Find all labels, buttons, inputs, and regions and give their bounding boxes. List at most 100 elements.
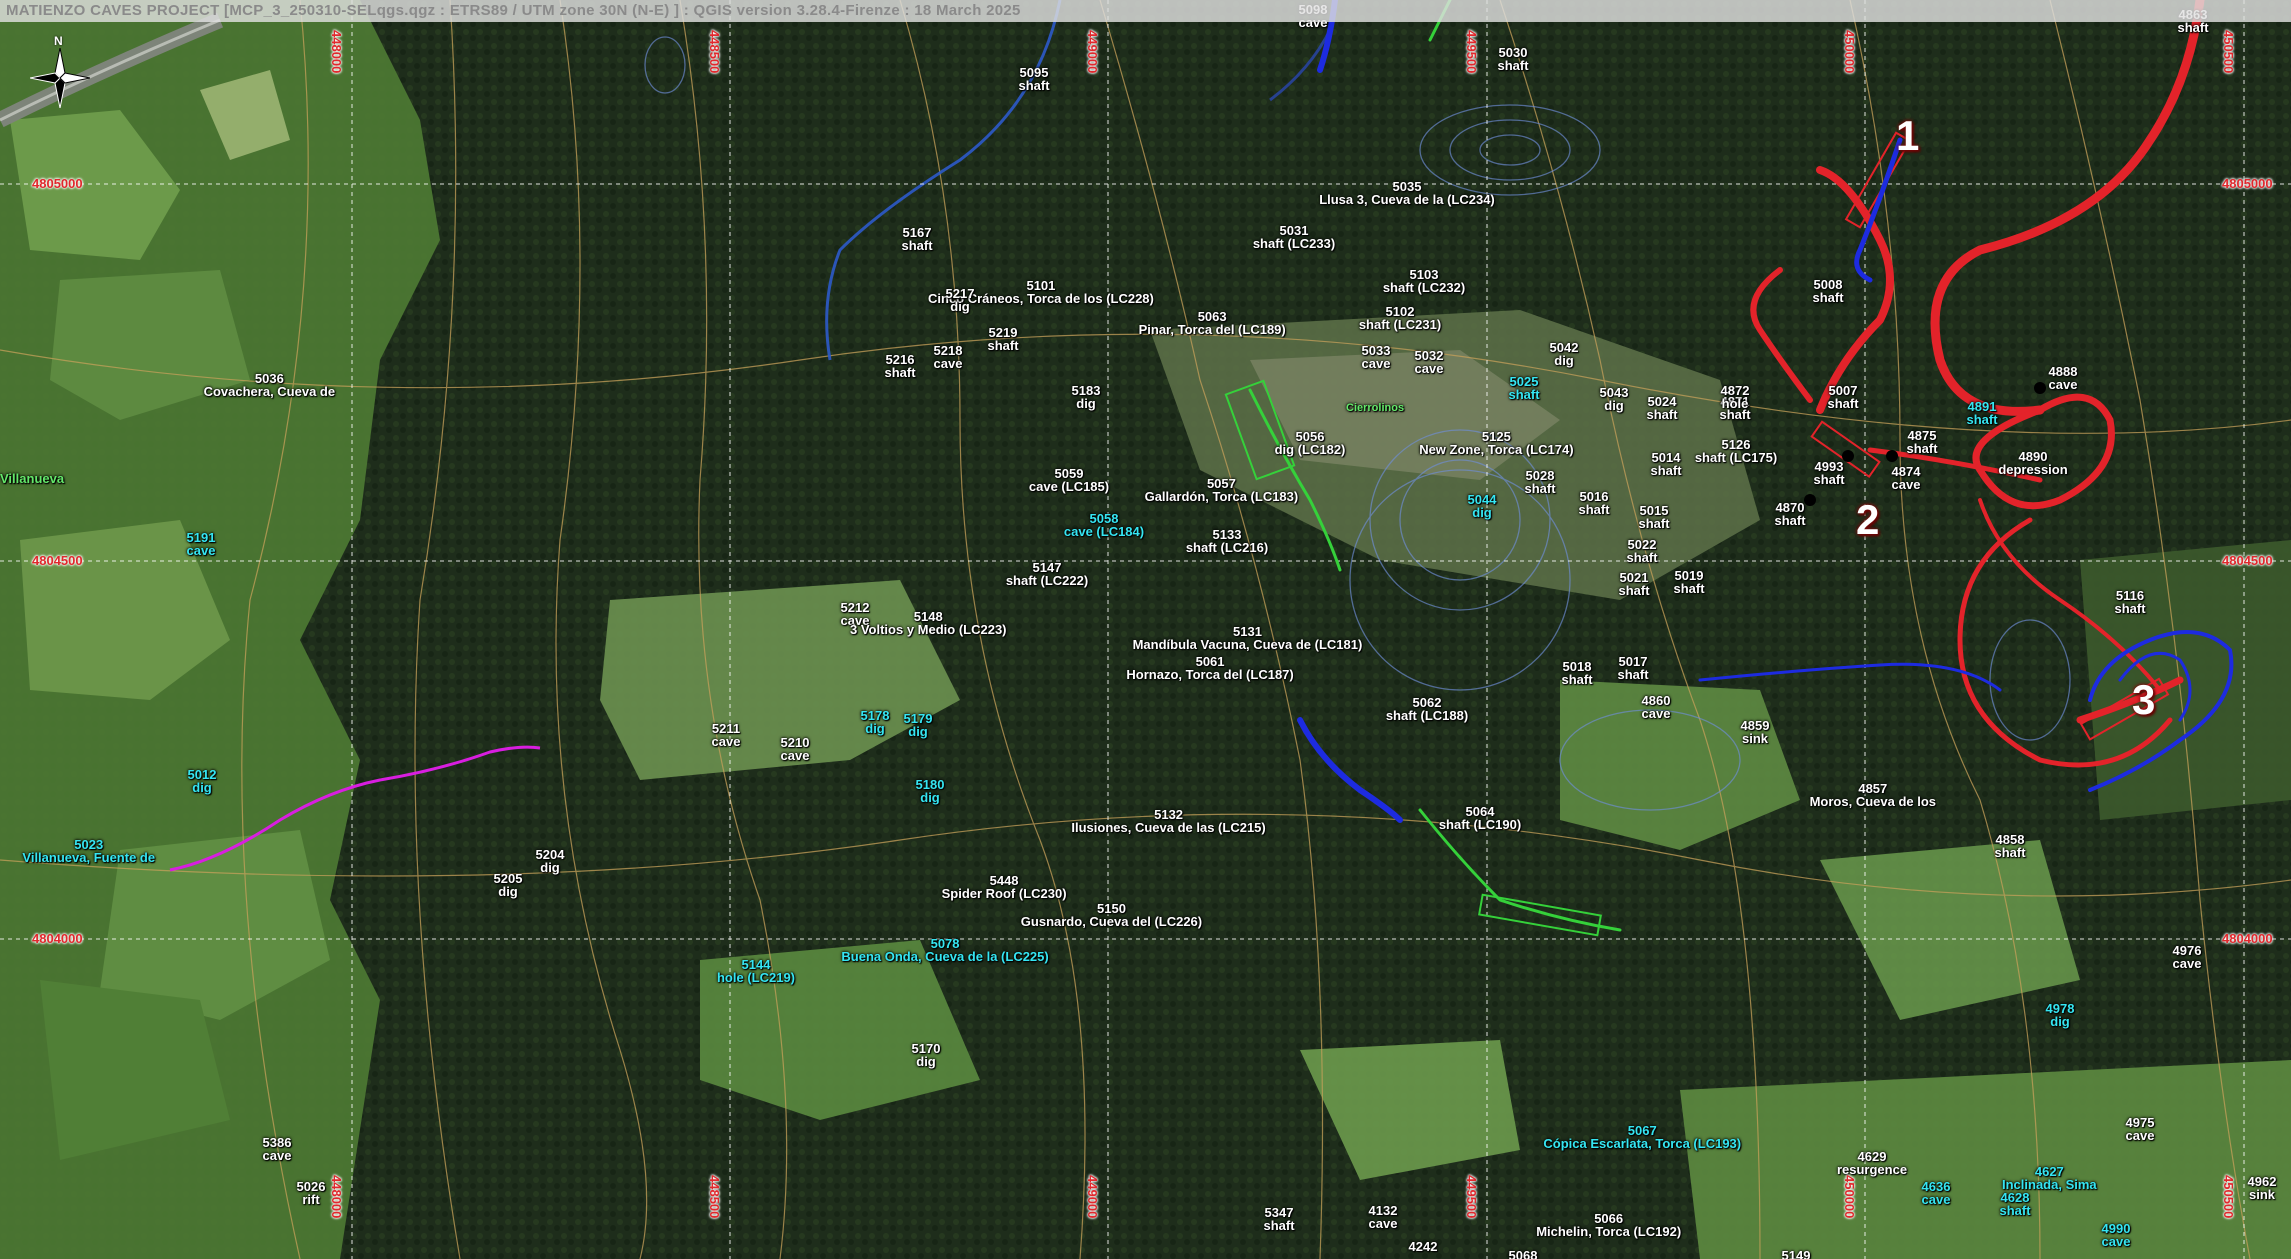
site-label[interactable]: 5019 shaft [1629, 569, 1749, 595]
site-label[interactable]: 5170 dig [866, 1042, 986, 1068]
site-label[interactable]: 5063 Pinar, Torca del (LC189) [1139, 310, 1286, 336]
site-label[interactable]: 4627 Inclinada, Sima [2002, 1165, 2097, 1191]
site-label[interactable]: 5056 dig (LC182) [1250, 430, 1370, 456]
site-label[interactable]: 5116 shaft [2070, 589, 2190, 615]
site-label[interactable]: 4132 cave [1323, 1204, 1443, 1230]
site-number: 5149 [1781, 1248, 1811, 1259]
site-type: shaft [1966, 412, 1998, 427]
site-label[interactable]: 5061 Hornazo, Torca del (LC187) [1126, 655, 1293, 681]
site-type: dig [2050, 1014, 2070, 1029]
site-type: Gallardón, Torca (LC183) [1144, 489, 1299, 504]
site-label[interactable]: 4891 shaft [1922, 400, 2042, 426]
site-type: resurgence [1836, 1162, 1908, 1177]
site-label[interactable]: 5026 rift [251, 1180, 371, 1206]
site-label[interactable]: 5148 3 Voltios y Medio (LC223) [850, 610, 1007, 636]
site-label[interactable]: 4872 hole [1675, 384, 1795, 410]
site-label[interactable]: 5008 shaft [1768, 278, 1888, 304]
site-label[interactable]: 5036 Covachera, Cueva de [204, 372, 336, 398]
site-label[interactable]: 5133 shaft (LC216) [1167, 528, 1287, 554]
site-type: Llusa 3, Cueva de la (LC234) [1319, 192, 1495, 207]
site-label[interactable]: 4978 dig [2000, 1002, 2120, 1028]
site-label[interactable]: 4628 shaft [1955, 1191, 2075, 1217]
site-type: shaft [1999, 1203, 2031, 1218]
map-canvas[interactable]: MATIENZO CAVES PROJECT [MCP_3_250310-SEL… [0, 0, 2291, 1259]
site-label[interactable]: 5062 shaft (LC188) [1367, 696, 1487, 722]
site-type: shaft [884, 365, 916, 380]
site-label[interactable]: 4857 Moros, Cueva de los [1810, 782, 1936, 808]
site-label[interactable]: 5132 Ilusiones, Cueva de las (LC215) [1071, 808, 1265, 834]
site-type: dig [916, 1054, 936, 1069]
site-label[interactable]: 5191 cave [141, 531, 261, 557]
site-label[interactable]: 5032 cave [1369, 349, 1489, 375]
site-label[interactable]: 5216 shaft [840, 353, 960, 379]
site-type: shaft (LC190) [1438, 817, 1522, 832]
site-label[interactable]: 5068 [1463, 1249, 1583, 1259]
site-label[interactable]: 5057 Gallardón, Torca (LC183) [1145, 477, 1299, 503]
site-label[interactable]: 5180 dig [870, 778, 990, 804]
north-label: N [54, 34, 63, 48]
site-label[interactable]: 5023 Villanueva, Fuente de [22, 838, 155, 864]
site-type: dig [950, 299, 970, 314]
site-type: cave (LC185) [1028, 479, 1110, 494]
site-label[interactable]: 4975 cave [2080, 1116, 2200, 1142]
site-label[interactable]: 4874 cave [1846, 465, 1966, 491]
site-label[interactable]: 5183 dig [1026, 384, 1146, 410]
site-label[interactable]: 5035 Llusa 3, Cueva de la (LC234) [1319, 180, 1495, 206]
site-label[interactable]: 5386 cave [217, 1136, 337, 1162]
site-type: cave [780, 748, 810, 763]
site-label[interactable]: 4858 shaft [1950, 833, 2070, 859]
site-label[interactable]: 4890 depression [1973, 450, 2093, 476]
site-label[interactable]: 5179 dig [858, 712, 978, 738]
site-label[interactable]: 5217 dig [900, 287, 1020, 313]
site-label[interactable]: 5058 cave (LC184) [1044, 512, 1164, 538]
site-label[interactable]: 5007 shaft [1783, 384, 1903, 410]
site-label[interactable]: 4888 cave [2003, 365, 2123, 391]
site-label[interactable]: 5031 shaft (LC233) [1234, 224, 1354, 250]
site-type: dig [920, 790, 940, 805]
site-label[interactable]: 5347 shaft [1219, 1206, 1339, 1232]
site-label[interactable]: 4870 shaft [1730, 501, 1850, 527]
site-type: hole [1721, 396, 1749, 411]
site-label[interactable]: 4859 sink [1695, 719, 1815, 745]
site-labels-layer: 5098cave5030shaft4863shaft5095shaft5035L… [0, 0, 2291, 1259]
site-label[interactable]: 5042 dig [1504, 341, 1624, 367]
site-label[interactable]: 5147 shaft (LC222) [987, 561, 1107, 587]
site-label[interactable]: 5144 hole (LC219) [696, 958, 816, 984]
site-label[interactable]: 5205 dig [448, 872, 568, 898]
site-label[interactable]: 5078 Buena Onda, Cueva de la (LC225) [841, 937, 1048, 963]
site-label[interactable]: 5022 shaft [1582, 538, 1702, 564]
site-label[interactable]: 4962 sink [2202, 1175, 2291, 1201]
site-type: shaft [2114, 601, 2146, 616]
site-label[interactable]: 5448 Spider Roof (LC230) [942, 874, 1067, 900]
site-type: Gusnardo, Cueva del (LC226) [1020, 914, 1203, 929]
site-label[interactable]: 5066 Michelin, Torca (LC192) [1536, 1212, 1681, 1238]
site-label[interactable]: 5044 dig [1422, 493, 1542, 519]
site-label[interactable]: 5103 shaft (LC232) [1364, 268, 1484, 294]
site-label[interactable]: 5012 dig [142, 768, 262, 794]
site-type: shaft [901, 238, 933, 253]
site-label[interactable]: 5210 cave [735, 736, 855, 762]
site-label[interactable]: 5059 cave (LC185) [1009, 467, 1129, 493]
site-type: Mandíbula Vacuna, Cueva de (LC181) [1132, 637, 1363, 652]
grid-label-easting: 449500 [1464, 30, 1479, 74]
site-label[interactable]: 5095 shaft [974, 66, 1094, 92]
site-label[interactable]: 4860 cave [1596, 694, 1716, 720]
site-type: Covachera, Cueva de [203, 384, 336, 399]
site-label[interactable]: 5064 shaft (LC190) [1420, 805, 1540, 831]
site-label[interactable]: 5131 Mandíbula Vacuna, Cueva de (LC181) [1133, 625, 1363, 651]
site-label[interactable]: 5015 shaft [1594, 504, 1714, 530]
site-label[interactable]: 5017 shaft [1573, 655, 1693, 681]
site-label[interactable]: 5125 New Zone, Torca (LC174) [1419, 430, 1573, 456]
site-label[interactable]: 4629 resurgence [1812, 1150, 1932, 1176]
highlight-number: 1 [1896, 112, 1920, 159]
site-label[interactable]: 5102 shaft (LC231) [1340, 305, 1460, 331]
site-type: shaft (LC231) [1358, 317, 1442, 332]
site-type: shaft [1994, 845, 2026, 860]
site-label[interactable]: 5067 Cópica Escarlata, Torca (LC193) [1543, 1124, 1741, 1150]
site-label[interactable]: 5167 shaft [857, 226, 977, 252]
site-label[interactable]: 4976 cave [2127, 944, 2247, 970]
site-label[interactable]: 5149 [1736, 1249, 1856, 1259]
site-label[interactable]: 4875 shaft [1862, 429, 1982, 455]
site-label[interactable]: 4990 cave [2056, 1222, 2176, 1248]
site-label[interactable]: 5150 Gusnardo, Cueva del (LC226) [1021, 902, 1202, 928]
